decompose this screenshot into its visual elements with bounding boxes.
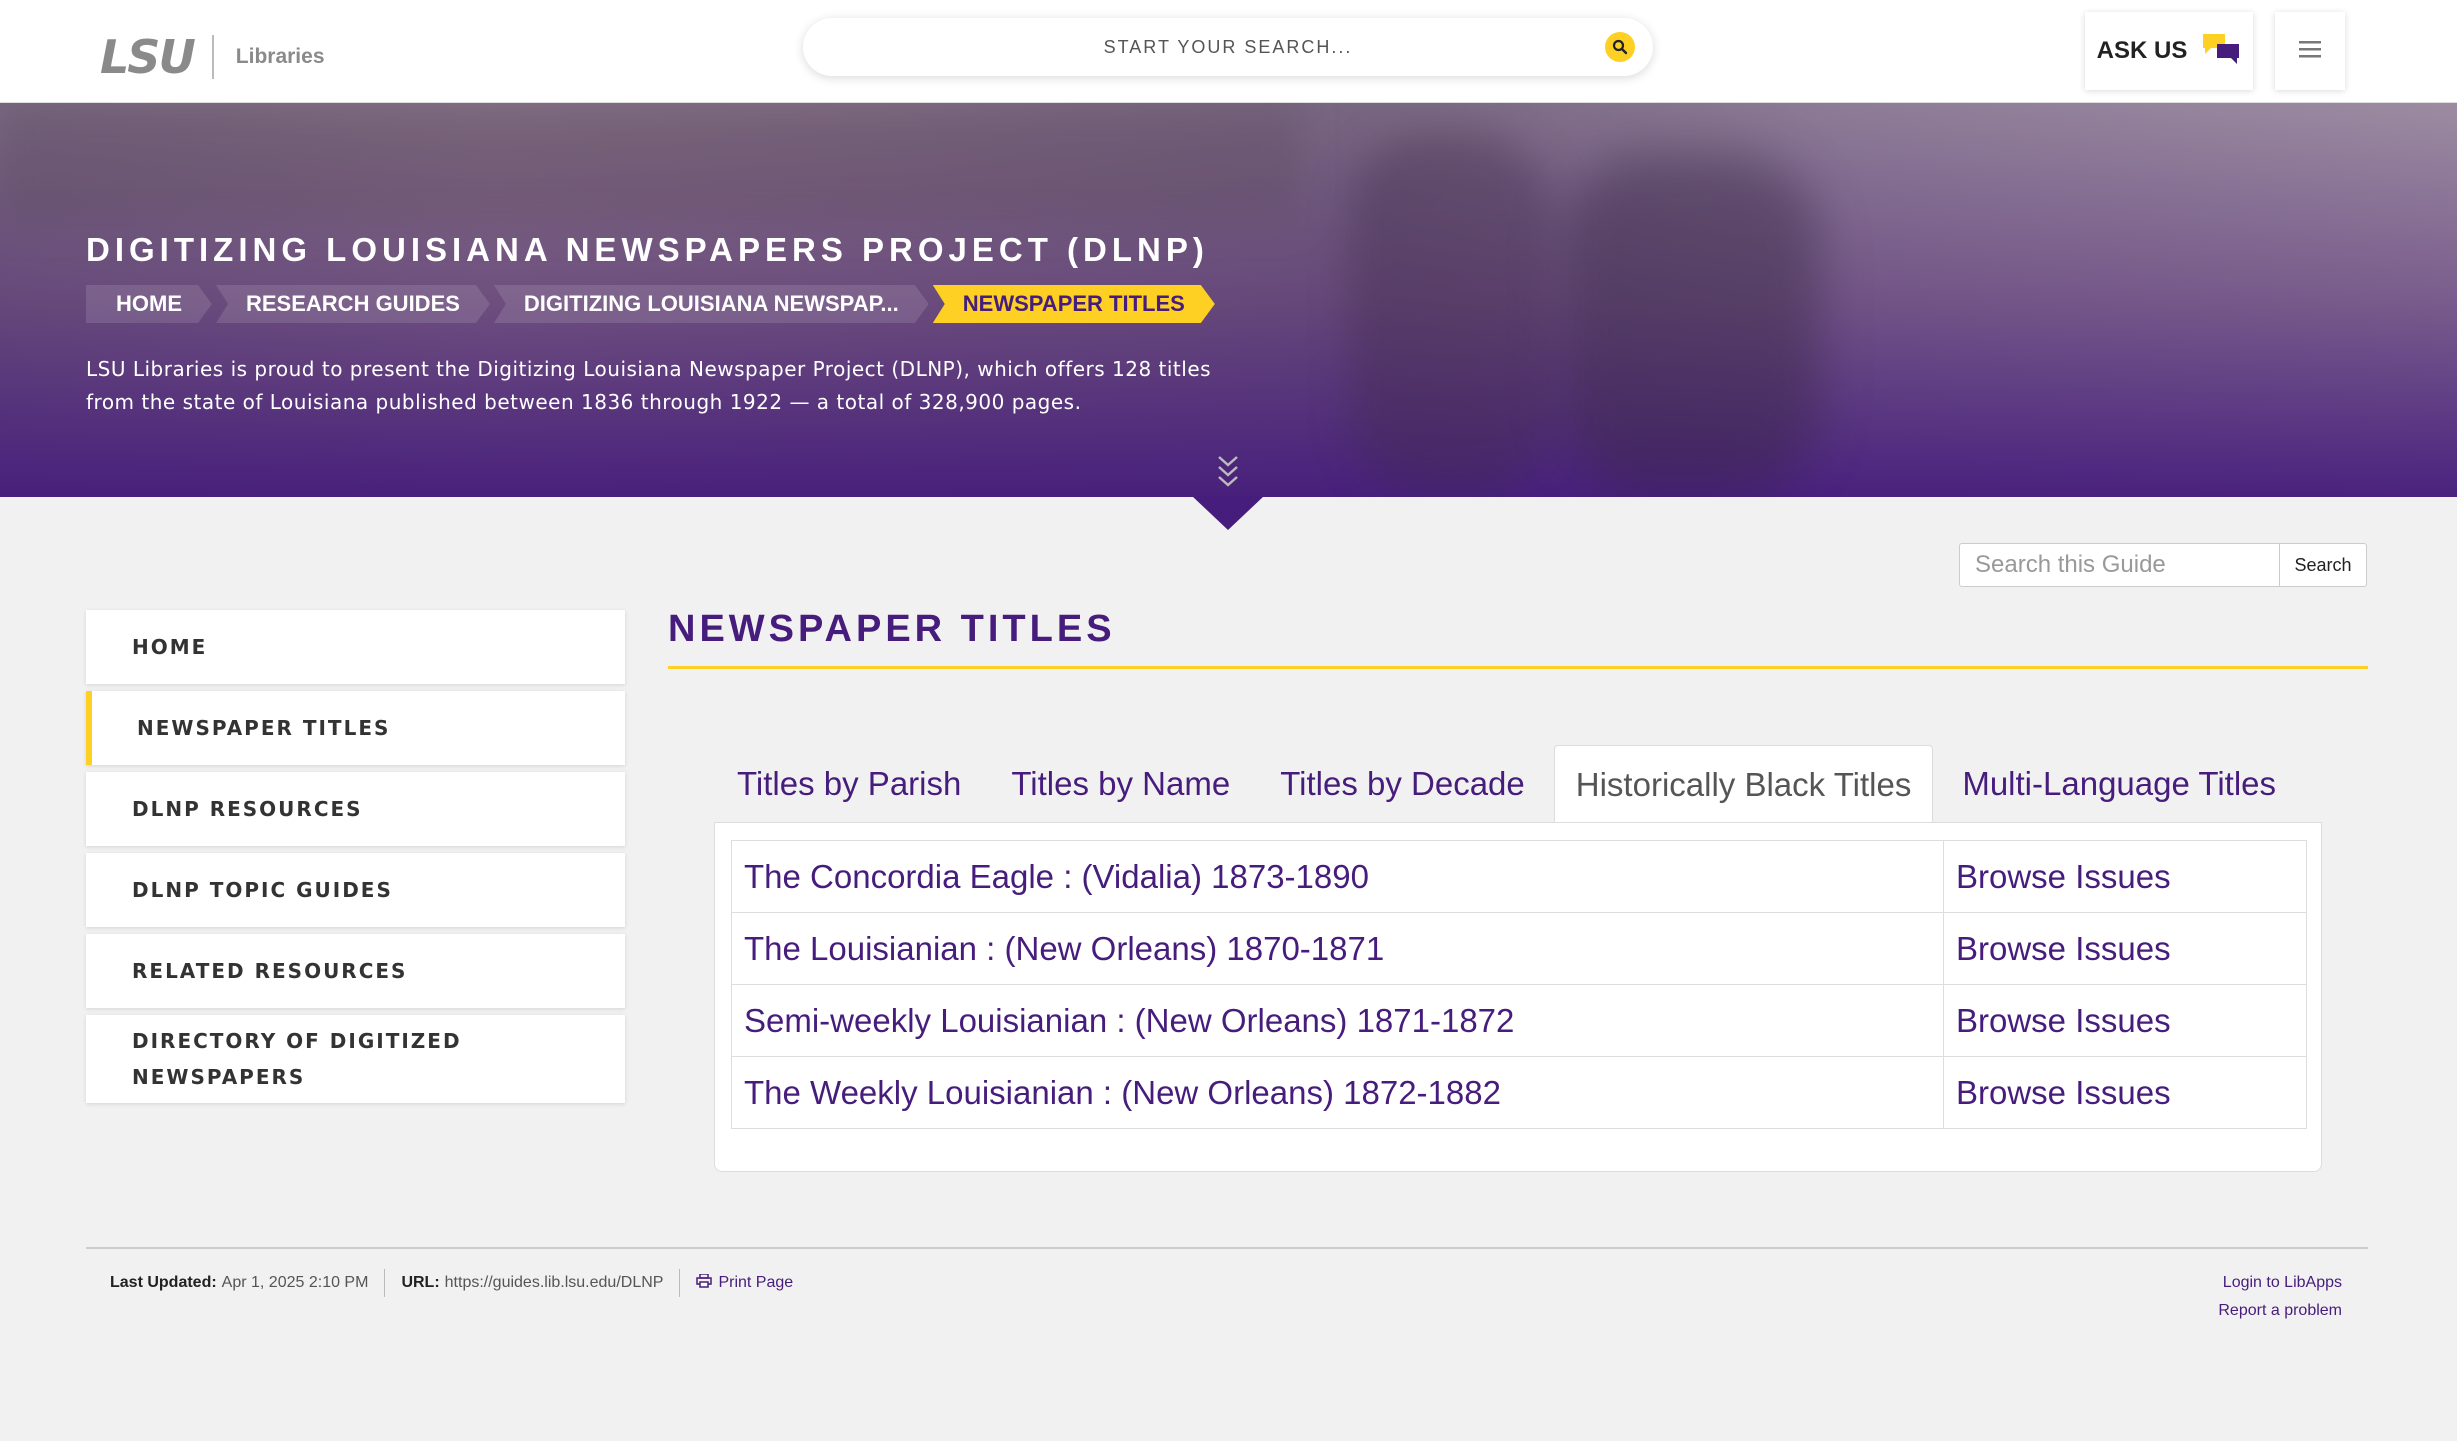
breadcrumb-dlnp[interactable]: DIGITIZING LOUISIANA NEWSPAP... — [494, 285, 929, 323]
sidenav-item-directory[interactable]: DIRECTORY OF DIGITIZED NEWSPAPERS — [86, 1015, 625, 1103]
tab-multi-language-titles[interactable]: Multi-Language Titles — [1941, 745, 2297, 823]
page-title: NEWSPAPER TITLES — [668, 608, 1116, 650]
search-icon[interactable] — [1605, 32, 1635, 62]
tab-panel: The Concordia Eagle : (Vidalia) 1873-189… — [714, 822, 2322, 1172]
table-row: The Weekly Louisianian : (New Orleans) 1… — [731, 1056, 2307, 1129]
breadcrumb-home[interactable]: HOME — [86, 285, 212, 323]
browse-issues-link[interactable]: Browse Issues — [1943, 984, 2307, 1057]
print-page-link[interactable]: Print Page — [718, 1274, 793, 1292]
newspaper-title-link[interactable]: The Concordia Eagle : (Vidalia) 1873-189… — [731, 840, 1944, 913]
login-libapps-link[interactable]: Login to LibApps — [2223, 1274, 2342, 1291]
tab-titles-by-decade[interactable]: Titles by Decade — [1259, 745, 1546, 823]
page-footer: Last Updated: Apr 1, 2025 2:10 PM URL: h… — [86, 1249, 2368, 1334]
newspaper-title-link[interactable]: The Weekly Louisianian : (New Orleans) 1… — [731, 1056, 1944, 1129]
guide-search-input[interactable] — [1959, 543, 2279, 587]
title-underline — [668, 666, 2368, 669]
logo-divider — [211, 35, 214, 79]
footer-separator — [679, 1269, 681, 1297]
guide-search: Search — [1959, 543, 2367, 587]
tab-historically-black-titles[interactable]: Historically Black Titles — [1553, 745, 1934, 823]
browse-issues-link[interactable]: Browse Issues — [1943, 1056, 2307, 1129]
hamburger-icon — [2299, 40, 2321, 63]
printer-icon[interactable] — [696, 1272, 713, 1293]
table-row: Semi-weekly Louisianian : (New Orleans) … — [731, 984, 2307, 1057]
table-row: The Concordia Eagle : (Vidalia) 1873-189… — [731, 840, 2307, 913]
sidenav-item-newspaper-titles[interactable]: NEWSPAPER TITLES — [86, 691, 625, 765]
guide-description: LSU Libraries is proud to present the Di… — [86, 353, 1386, 419]
guide-search-button[interactable]: Search — [2279, 543, 2367, 587]
last-updated-value: Apr 1, 2025 2:10 PM — [221, 1274, 369, 1291]
lsu-libraries-logo[interactable]: LSU Libraries — [100, 30, 325, 84]
tab-bar: Titles by Parish Titles by Name Titles b… — [716, 745, 2305, 823]
hero-background-shape — [1560, 153, 1820, 493]
breadcrumb: HOME RESEARCH GUIDES DIGITIZING LOUISIAN… — [86, 285, 1219, 323]
sidenav-item-dlnp-resources[interactable]: DLNP RESOURCES — [86, 772, 625, 846]
url-value: https://guides.lib.lsu.edu/DLNP — [444, 1274, 664, 1291]
sidenav-item-related-resources[interactable]: RELATED RESOURCES — [86, 934, 625, 1008]
tab-titles-by-name[interactable]: Titles by Name — [990, 745, 1251, 823]
report-problem-link[interactable]: Report a problem — [2218, 1302, 2342, 1319]
sidenav-item-dlnp-topic-guides[interactable]: DLNP TOPIC GUIDES — [86, 853, 625, 927]
guide-title: DIGITIZING LOUISIANA NEWSPAPERS PROJECT … — [86, 231, 1209, 268]
ask-us-button[interactable]: ASK US — [2085, 12, 2253, 90]
chat-bubbles-icon — [2201, 32, 2241, 71]
logo-libraries-text: Libraries — [235, 45, 325, 68]
sidenav-item-label-line: DIRECTORY OF DIGITIZED — [132, 1029, 462, 1053]
footer-meta: Last Updated: Apr 1, 2025 2:10 PM URL: h… — [110, 1269, 793, 1297]
browse-issues-link[interactable]: Browse Issues — [1943, 912, 2307, 985]
hero-background-shape — [1350, 133, 1550, 493]
url-label: URL: — [401, 1274, 440, 1291]
breadcrumb-current: NEWSPAPER TITLES — [933, 285, 1215, 323]
guide-description-line: from the state of Louisiana published be… — [86, 390, 1082, 414]
menu-button[interactable] — [2275, 12, 2345, 90]
hero-background-shape — [0, 103, 1300, 223]
sidenav-item-home[interactable]: HOME — [86, 610, 625, 684]
footer-links: Login to LibApps Report a problem — [2218, 1269, 2342, 1325]
breadcrumb-research-guides[interactable]: RESEARCH GUIDES — [216, 285, 490, 323]
site-search — [803, 18, 1653, 76]
site-search-input[interactable] — [803, 18, 1653, 76]
titles-table: The Concordia Eagle : (Vidalia) 1873-189… — [731, 840, 2307, 1129]
site-header: LSU Libraries ASK US — [0, 0, 2457, 103]
sidenav-item-label-line: NEWSPAPERS — [132, 1065, 306, 1089]
logo-lsu-text: LSU — [100, 30, 196, 84]
ask-us-label: ASK US — [2096, 37, 2188, 64]
browse-issues-link[interactable]: Browse Issues — [1943, 840, 2307, 913]
last-updated-label: Last Updated: — [110, 1274, 217, 1291]
footer-separator — [384, 1269, 386, 1297]
hero-banner: DIGITIZING LOUISIANA NEWSPAPERS PROJECT … — [0, 103, 2457, 497]
table-row: The Louisianian : (New Orleans) 1870-187… — [731, 912, 2307, 985]
guide-description-line: LSU Libraries is proud to present the Di… — [86, 357, 1212, 381]
hero-notch — [1192, 496, 1264, 530]
tab-titles-by-parish[interactable]: Titles by Parish — [716, 745, 982, 823]
scroll-down-chevrons-icon[interactable] — [1213, 453, 1243, 494]
sidenav-item-label: DIRECTORY OF DIGITIZED NEWSPAPERS — [132, 1023, 462, 1095]
newspaper-title-link[interactable]: The Louisianian : (New Orleans) 1870-187… — [731, 912, 1944, 985]
newspaper-title-link[interactable]: Semi-weekly Louisianian : (New Orleans) … — [731, 984, 1944, 1057]
guide-side-nav: HOME NEWSPAPER TITLES DLNP RESOURCES DLN… — [86, 610, 625, 1110]
